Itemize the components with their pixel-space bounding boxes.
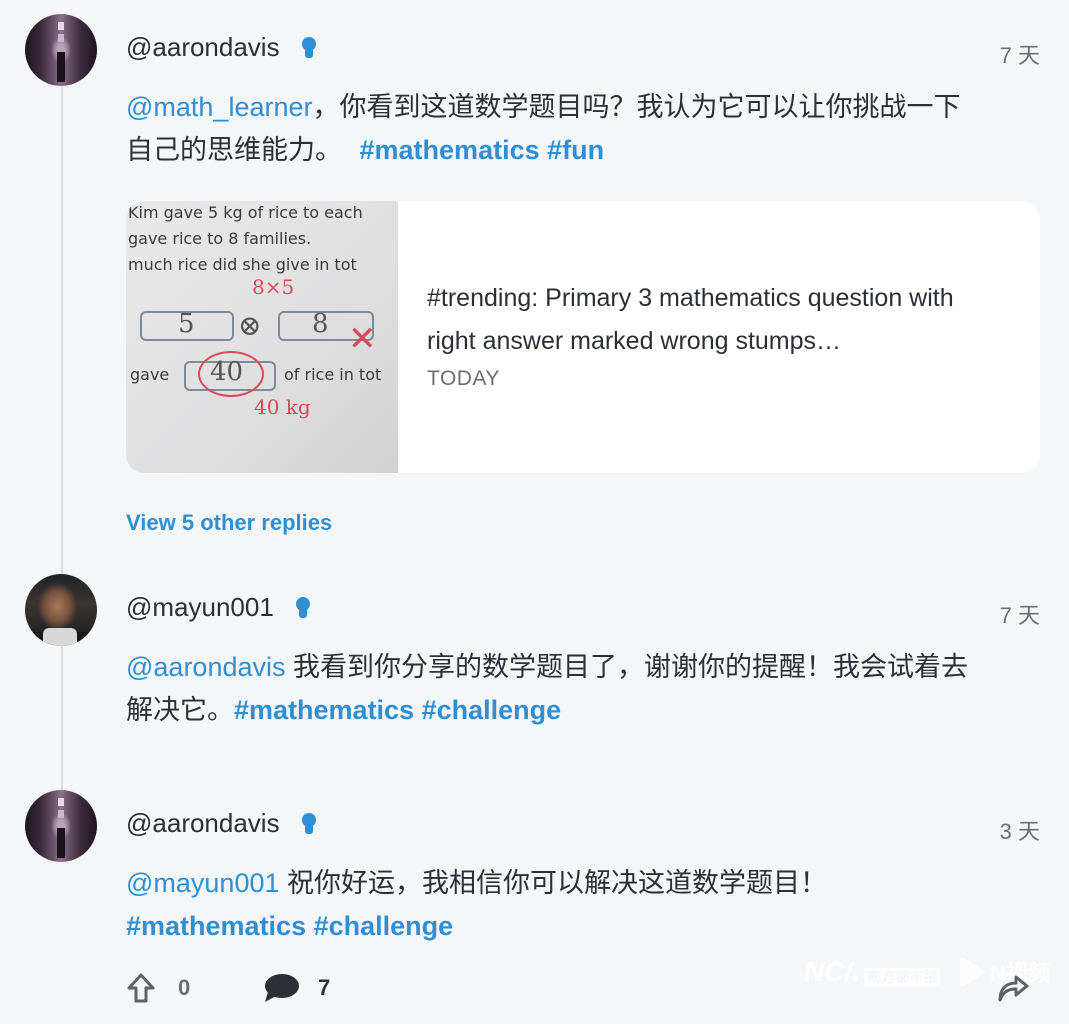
upvote-button[interactable]: 0 — [126, 972, 190, 1004]
avatar[interactable] — [25, 790, 97, 862]
thread-line — [61, 86, 63, 576]
lightbulb-icon — [295, 596, 310, 619]
share-arrow-icon — [998, 975, 1029, 1002]
thumbnail-number: 5 — [178, 309, 195, 339]
thread-line — [61, 646, 63, 790]
post-body: @mayun001 祝你好运，我相信你可以解决这道数学题目！ #mathemat… — [126, 862, 1031, 948]
comment-count: 7 — [318, 975, 331, 1000]
timestamp: 3 天 — [999, 819, 1040, 844]
post-text: 解决它。 — [126, 695, 234, 725]
thumbnail-text: of rice in tot — [284, 365, 382, 384]
timestamp: 7 天 — [999, 603, 1040, 628]
post-text: 自己的思维能力。 — [126, 135, 342, 165]
thumbnail-text: much rice did she give in tot — [128, 255, 357, 274]
mention-link[interactable]: @aarondavis — [126, 652, 286, 682]
thumbnail-text: Kim gave 5 kg of rice to each — [128, 203, 363, 222]
hashtag-link[interactable]: #fun — [547, 135, 604, 165]
comments-button[interactable]: 7 — [262, 972, 330, 1004]
thumbnail-number: 8 — [312, 309, 329, 339]
thumbnail-text: gave rice to 8 families. — [128, 229, 312, 248]
username[interactable]: @aarondavis — [126, 32, 316, 63]
link-date: TODAY — [427, 367, 500, 390]
post-text: 我看到你分享的数学题目了，谢谢你的提醒！我会试着去 — [285, 652, 969, 682]
cross-mark: ✕ — [348, 319, 377, 359]
hashtag-link[interactable]: #mathematics — [234, 695, 414, 725]
mention-link[interactable]: @mayun001 — [126, 868, 280, 898]
watermark-logo-nandu: NC/. 南方都市报 — [804, 956, 941, 988]
handwritten-note: 8×5 — [252, 275, 295, 299]
upvote-arrow-icon — [127, 973, 155, 1003]
username[interactable]: @mayun001 — [126, 592, 310, 623]
hashtag-link[interactable]: #challenge — [422, 695, 562, 725]
post-body: @math_learner，你看到这道数学题目吗？我认为它可以让你挑战一下 自己… — [126, 86, 1031, 172]
avatar[interactable] — [25, 14, 97, 86]
handwritten-note: 40 kg — [254, 395, 311, 419]
thumbnail-answer: 40 — [210, 357, 244, 387]
comment-bubble-icon — [265, 974, 299, 1002]
post-body: @aarondavis 我看到你分享的数学题目了，谢谢你的提醒！我会试着去 解决… — [126, 646, 1031, 732]
lightbulb-icon — [301, 812, 316, 835]
play-logo-icon — [960, 956, 986, 988]
link-preview-card[interactable]: Kim gave 5 kg of rice to each gave rice … — [126, 201, 1040, 473]
lightbulb-icon — [301, 36, 316, 59]
post-text: ，你看到这道数学题目吗？我认为它可以让你挑战一下 — [312, 92, 961, 122]
view-replies-link[interactable]: View 5 other replies — [126, 510, 332, 536]
avatar[interactable] — [25, 574, 97, 646]
upvote-count: 0 — [178, 975, 191, 1000]
hashtag-link[interactable]: #mathematics — [126, 911, 306, 941]
mention-link[interactable]: @math_learner — [126, 92, 313, 122]
post-text: 祝你好运，我相信你可以解决这道数学题目！ — [279, 868, 828, 898]
hashtag-link[interactable]: #mathematics — [360, 135, 540, 165]
link-thumbnail: Kim gave 5 kg of rice to each gave rice … — [126, 201, 398, 473]
hashtag-link[interactable]: #challenge — [314, 911, 454, 941]
username[interactable]: @aarondavis — [126, 808, 316, 839]
link-title[interactable]: #trending: Primary 3 mathematics questio… — [427, 277, 1007, 363]
thumbnail-text: gave — [130, 365, 170, 384]
share-button[interactable] — [996, 974, 1030, 1009]
timestamp: 7 天 — [999, 43, 1040, 68]
thumbnail-operator: ⊗ — [238, 309, 262, 342]
